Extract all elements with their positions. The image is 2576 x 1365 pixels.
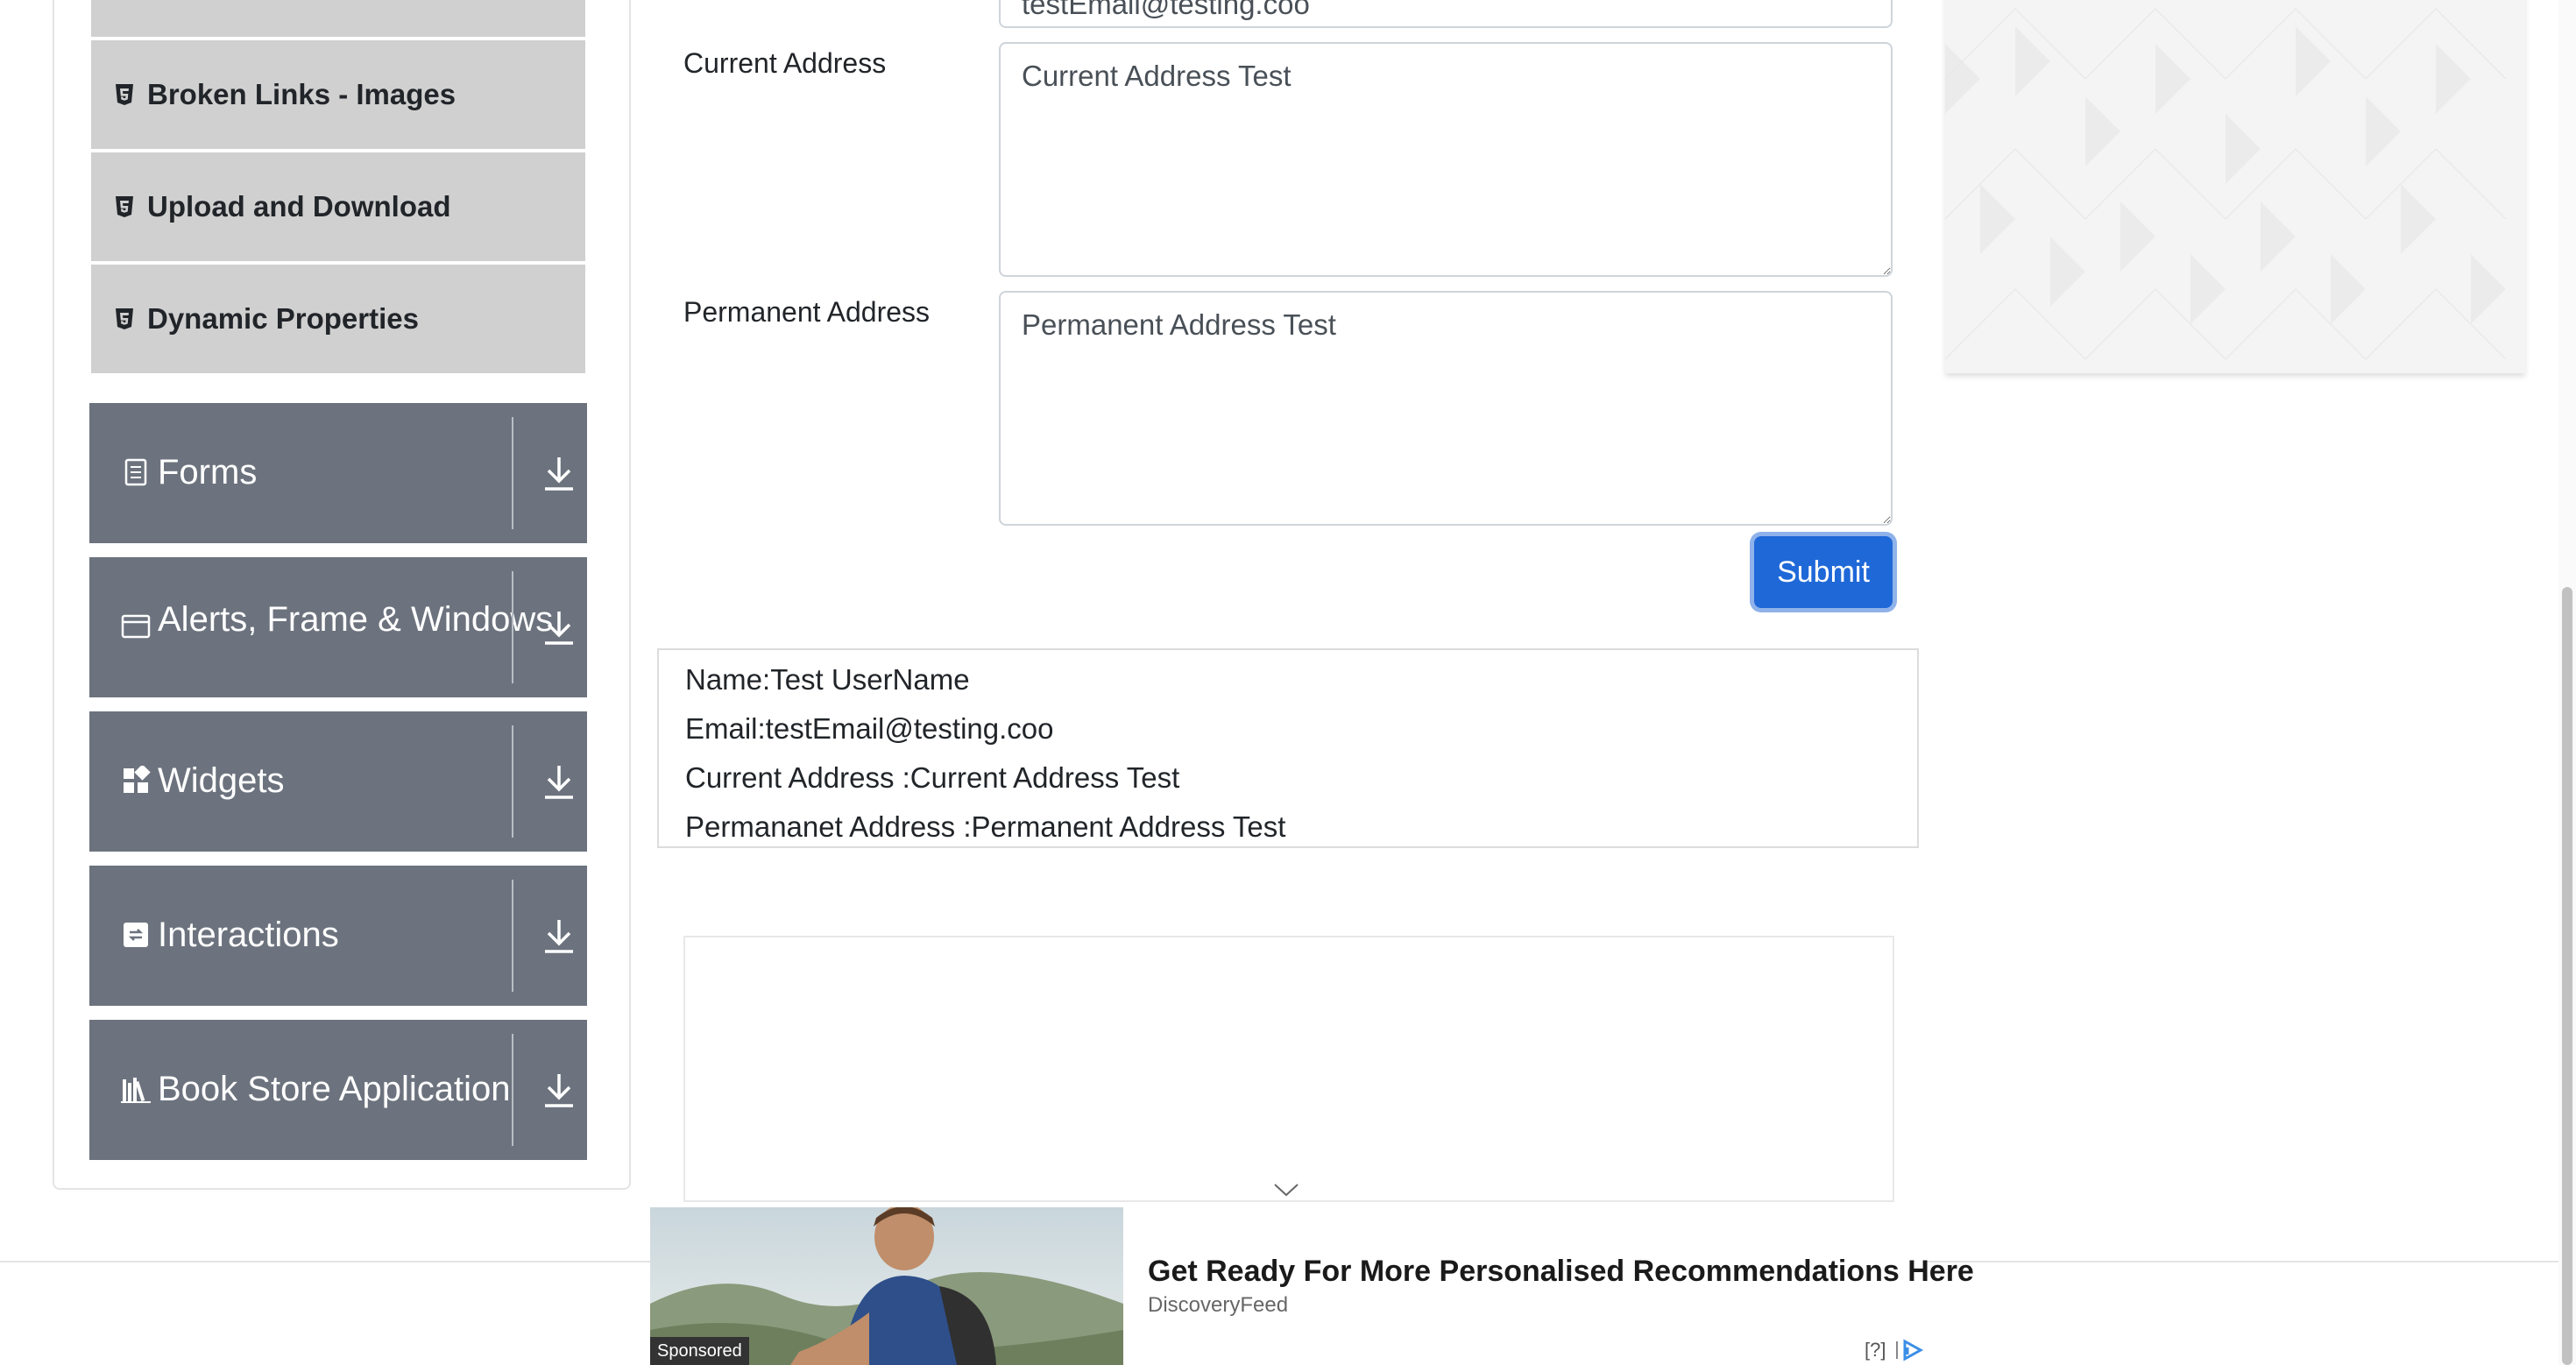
sidebar-item-broken-links[interactable]: Broken Links - Images: [91, 40, 585, 149]
divider: [512, 725, 513, 838]
bottom-ad-banner[interactable]: Sponsored Get Ready For More Personalise…: [650, 1207, 1974, 1365]
permanent-address-label: Permanent Address: [683, 296, 931, 328]
html5-icon: [116, 196, 133, 217]
group-label: Widgets: [158, 761, 285, 800]
divider: [512, 1034, 513, 1146]
sidebar-group-book-store[interactable]: Book Store Application: [89, 1020, 587, 1160]
sidebar-group-interactions[interactable]: Interactions: [89, 866, 587, 1006]
divider: [512, 571, 513, 683]
divider: [512, 880, 513, 992]
email-field[interactable]: testEmail@testing.coo: [999, 0, 1893, 28]
download-arrow-icon[interactable]: [538, 760, 580, 803]
interactions-icon: [124, 923, 148, 947]
sidebar-item-upload-download[interactable]: Upload and Download: [91, 152, 585, 261]
output-current-address: Current Address :Current Address Test: [685, 761, 1180, 794]
output-name: Name:Test UserName: [685, 663, 970, 696]
books-icon: [121, 1078, 151, 1103]
html5-icon: [116, 84, 133, 105]
form-icon: [124, 458, 147, 486]
download-arrow-icon[interactable]: [538, 1069, 580, 1111]
email-value: testEmail@testing.coo: [1022, 0, 1310, 20]
side-ad-panel: [1945, 0, 2525, 373]
widgets-icon: [124, 766, 151, 793]
sidebar-item-dynamic-properties[interactable]: Dynamic Properties: [91, 265, 585, 373]
output-panel: Name:Test UserName Email:testEmail@testi…: [657, 648, 1919, 848]
sidebar-group-widgets[interactable]: Widgets: [89, 711, 587, 852]
sidebar-group-forms[interactable]: Forms: [89, 403, 587, 543]
sponsored-badge: Sponsored: [650, 1337, 749, 1365]
group-label: Forms: [158, 453, 258, 492]
current-address-label: Current Address: [683, 47, 887, 79]
group-label: Book Store Application: [158, 1070, 511, 1108]
chevron-down-icon[interactable]: [1272, 1181, 1300, 1199]
ad-frame: [683, 936, 1894, 1202]
sidebar-item-label: Upload and Download: [147, 190, 451, 223]
group-label: Interactions: [158, 916, 339, 954]
download-arrow-icon[interactable]: [538, 606, 580, 648]
html5-icon: [116, 308, 133, 329]
sidebar-item-label: Broken Links - Images: [147, 78, 456, 110]
window-icon: [121, 614, 151, 639]
divider: [512, 417, 513, 529]
current-address-field[interactable]: Current Address Test: [999, 42, 1893, 277]
download-arrow-icon[interactable]: [538, 915, 580, 957]
group-label: Alerts, Frame & Windows: [158, 600, 554, 639]
ad-help-link[interactable]: [?]: [1865, 1339, 1886, 1361]
sidebar-item-previous[interactable]: [91, 0, 585, 37]
permanent-address-field[interactable]: Permanent Address Test: [999, 291, 1893, 526]
ad-title[interactable]: Get Ready For More Personalised Recommen…: [1148, 1255, 1974, 1289]
sidebar-item-label: Dynamic Properties: [147, 302, 419, 335]
submit-button[interactable]: Submit: [1754, 536, 1893, 608]
output-email: Email:testEmail@testing.coo: [685, 712, 1054, 745]
triangle-pattern-image: [1945, 8, 2507, 360]
ad-source[interactable]: DiscoveryFeed: [1148, 1293, 1288, 1318]
download-arrow-icon[interactable]: [538, 452, 580, 494]
sidebar-group-alerts[interactable]: Alerts, Frame & Windows: [89, 557, 587, 697]
output-permanent-address: Permananet Address :Permanent Address Te…: [685, 810, 1286, 843]
scrollbar-thumb[interactable]: [2562, 587, 2572, 1365]
adchoices-icon[interactable]: [1894, 1339, 1924, 1361]
